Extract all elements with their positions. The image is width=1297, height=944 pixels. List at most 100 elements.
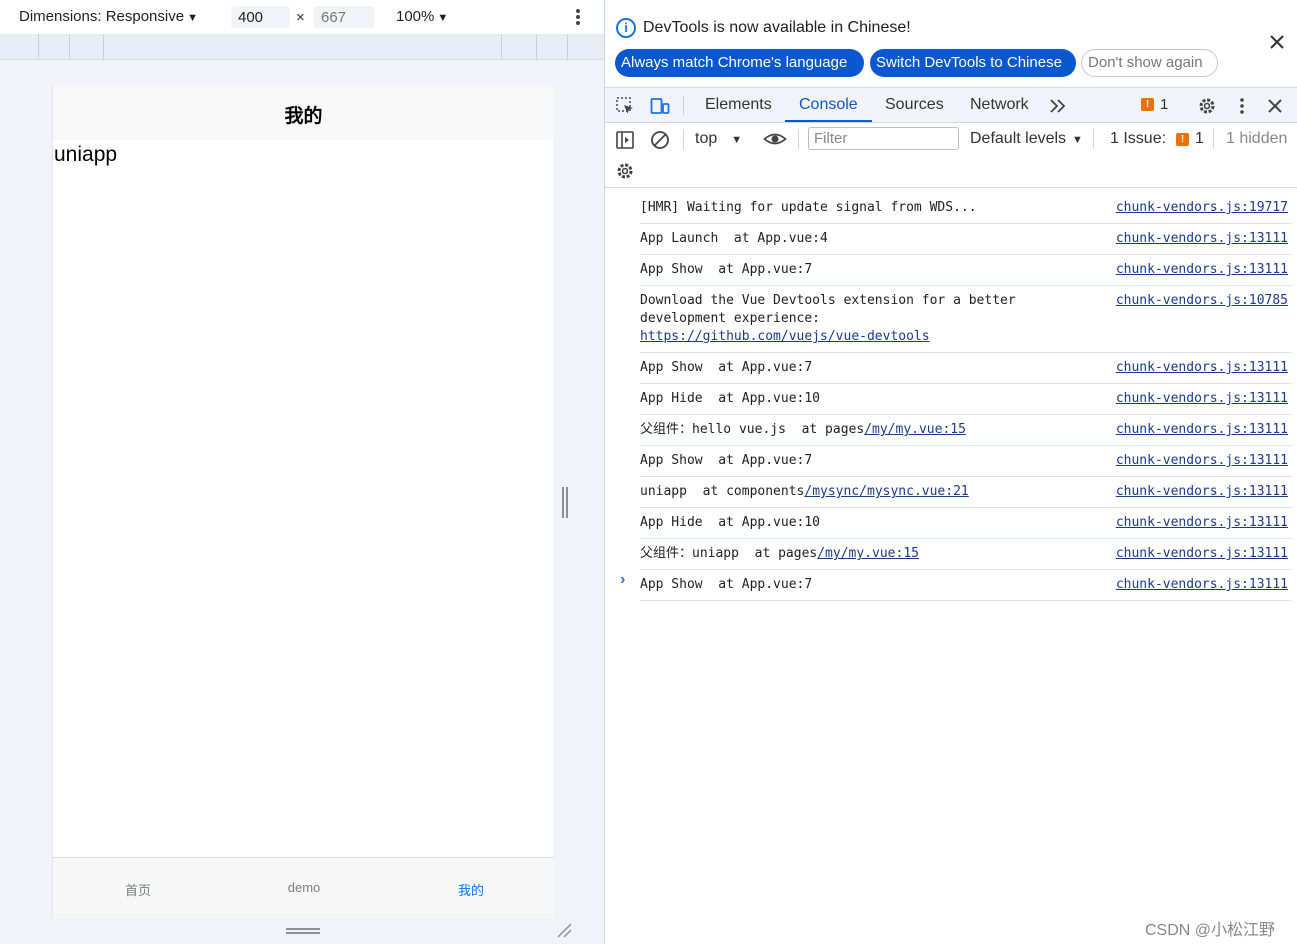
tab-elements[interactable]: Elements bbox=[705, 96, 772, 114]
dropdown-arrow-icon: ▼ bbox=[731, 134, 743, 146]
issues-badge[interactable]: ! 1 bbox=[1141, 96, 1168, 113]
device-emulation-pane: Dimensions: Responsive▼ × 100%▼ 我的 uniap… bbox=[0, 0, 604, 944]
device-viewport: 我的 uniapp 首页 demo 我的 bbox=[52, 85, 554, 918]
message-text: App Show at App.vue:7 bbox=[640, 577, 813, 592]
source-link[interactable]: chunk-vendors.js:13111 bbox=[1116, 576, 1288, 594]
message-text: App Show at App.vue:7 bbox=[640, 360, 813, 375]
width-resize-handle[interactable] bbox=[562, 487, 568, 518]
corner-resize-icon[interactable] bbox=[556, 922, 572, 938]
width-input[interactable] bbox=[231, 6, 290, 28]
screen: Dimensions: Responsive▼ × 100%▼ 我的 uniap… bbox=[0, 0, 1297, 944]
source-link[interactable]: chunk-vendors.js:13111 bbox=[1116, 359, 1288, 377]
console-message: App Hide at App.vue:10 chunk-vendors.js:… bbox=[640, 384, 1292, 415]
tab-console[interactable]: Console bbox=[799, 96, 858, 114]
message-text: 父组件：hello vue.js at pages/my/my.vue:15 bbox=[640, 421, 1070, 439]
info-icon: i bbox=[616, 18, 636, 38]
message-body: uniapp at components bbox=[640, 484, 805, 499]
message-text: App Hide at App.vue:10 bbox=[640, 391, 821, 406]
source-link[interactable]: chunk-vendors.js:10785 bbox=[1116, 292, 1288, 310]
language-infobar: i DevTools is now available in Chinese! … bbox=[605, 0, 1297, 88]
source-link[interactable]: chunk-vendors.js:13111 bbox=[1116, 483, 1288, 501]
source-link[interactable]: chunk-vendors.js:13111 bbox=[1116, 390, 1288, 408]
message-text: [HMR] Waiting for update signal from WDS… bbox=[640, 200, 977, 215]
source-link[interactable]: chunk-vendors.js:13111 bbox=[1116, 230, 1288, 248]
context-select[interactable]: top ▼ bbox=[695, 130, 742, 148]
page-content-text: uniapp bbox=[54, 143, 118, 166]
tab-network[interactable]: Network bbox=[970, 96, 1029, 114]
dimension-separator: × bbox=[296, 9, 305, 26]
source-link[interactable]: chunk-vendors.js:13111 bbox=[1116, 514, 1288, 532]
sidebar-toggle-icon[interactable] bbox=[615, 130, 635, 150]
log-levels-label: Default levels bbox=[970, 130, 1067, 147]
customize-menu-icon[interactable] bbox=[1232, 96, 1252, 116]
dropdown-arrow-icon: ▼ bbox=[437, 12, 449, 24]
height-resize-handle[interactable] bbox=[286, 928, 320, 934]
zoom-label: 100% bbox=[396, 8, 435, 25]
filter-input[interactable] bbox=[808, 127, 959, 150]
message-text: App Launch at App.vue:4 bbox=[640, 231, 828, 246]
console-settings-gear-icon[interactable] bbox=[615, 161, 635, 181]
source-link[interactable]: chunk-vendors.js:13111 bbox=[1116, 545, 1288, 563]
tab-mine[interactable]: 我的 bbox=[431, 880, 511, 899]
console-message: uniapp at components/mysync/mysync.vue:2… bbox=[640, 477, 1292, 508]
console-message: App Hide at App.vue:10 chunk-vendors.js:… bbox=[640, 508, 1292, 539]
settings-gear-icon[interactable] bbox=[1197, 96, 1217, 116]
close-devtools-icon[interactable] bbox=[1265, 96, 1285, 116]
issue-flag-icon: ! bbox=[1141, 98, 1154, 111]
console-message: App Show at App.vue:7 chunk-vendors.js:1… bbox=[640, 255, 1292, 286]
message-text: Download the Vue Devtools extension for … bbox=[640, 292, 1070, 346]
device-toolbar: Dimensions: Responsive▼ × 100%▼ bbox=[0, 0, 604, 34]
issues-summary-button[interactable]: 1 Issue: ! 1 bbox=[1110, 130, 1204, 148]
file-link[interactable]: /my/my.vue:15 bbox=[817, 546, 919, 561]
source-link[interactable]: chunk-vendors.js:13111 bbox=[1116, 452, 1288, 470]
console-message: App Launch at App.vue:4 chunk-vendors.js… bbox=[640, 224, 1292, 255]
clear-console-icon[interactable] bbox=[650, 130, 670, 150]
console-prompt-chevron-icon[interactable]: › bbox=[620, 571, 625, 589]
tab-sources[interactable]: Sources bbox=[885, 96, 944, 114]
inspect-element-icon[interactable] bbox=[615, 96, 635, 116]
message-text: App Show at App.vue:7 bbox=[640, 262, 813, 277]
live-expression-eye-icon[interactable] bbox=[763, 129, 787, 149]
zoom-select[interactable]: 100% ▼ bbox=[396, 8, 448, 25]
file-link[interactable]: /my/my.vue:15 bbox=[864, 422, 966, 437]
device-toolbar-icon[interactable] bbox=[650, 96, 670, 116]
issue-flag-icon: ! bbox=[1176, 132, 1190, 146]
close-icon[interactable] bbox=[1268, 33, 1286, 51]
devtools-tab-bar: Elements Console Sources Network ! 1 bbox=[605, 88, 1297, 123]
app-tab-bar: 首页 demo 我的 bbox=[53, 857, 554, 918]
dropdown-arrow-icon: ▼ bbox=[187, 12, 198, 24]
log-levels-select[interactable]: Default levels ▼ bbox=[970, 130, 1083, 148]
dont-show-again-button[interactable]: Don't show again bbox=[1081, 49, 1218, 77]
file-link[interactable]: /mysync/mysync.vue:21 bbox=[804, 484, 968, 499]
hidden-messages-count: 1 hidden bbox=[1226, 130, 1288, 147]
dimensions-label: Dimensions: Responsive bbox=[19, 8, 185, 25]
more-options-icon[interactable] bbox=[570, 7, 586, 29]
context-label: top bbox=[695, 130, 718, 147]
tab-demo[interactable]: demo bbox=[264, 880, 344, 895]
console-messages: [HMR] Waiting for update signal from WDS… bbox=[605, 193, 1297, 601]
match-language-button[interactable]: Always match Chrome's language bbox=[615, 49, 864, 77]
active-tab-indicator bbox=[785, 120, 872, 122]
dropdown-arrow-icon: ▼ bbox=[1072, 134, 1083, 146]
console-message: App Show at App.vue:7 chunk-vendors.js:1… bbox=[640, 353, 1292, 384]
toolbar-divider bbox=[1093, 129, 1094, 149]
issues-count: 1 bbox=[1195, 130, 1204, 147]
source-link[interactable]: chunk-vendors.js:13111 bbox=[1116, 261, 1288, 279]
vue-devtools-link[interactable]: https://github.com/vuejs/vue-devtools bbox=[640, 329, 930, 344]
media-query-ruler[interactable] bbox=[0, 34, 604, 60]
infobar-message: DevTools is now available in Chinese! bbox=[643, 19, 911, 36]
console-message: App Show at App.vue:7 chunk-vendors.js:1… bbox=[640, 446, 1292, 477]
more-tabs-icon[interactable] bbox=[1048, 96, 1068, 116]
page-title: 我的 bbox=[284, 105, 323, 127]
source-link[interactable]: chunk-vendors.js:13111 bbox=[1116, 421, 1288, 439]
issues-badge-count: 1 bbox=[1160, 96, 1169, 113]
message-body: Download the Vue Devtools extension for … bbox=[640, 293, 1024, 326]
toolbar-divider bbox=[798, 129, 799, 149]
switch-chinese-button[interactable]: Switch DevTools to Chinese bbox=[870, 49, 1076, 77]
dimensions-select[interactable]: Dimensions: Responsive ▼ bbox=[19, 8, 198, 25]
height-input[interactable] bbox=[314, 6, 374, 28]
message-text: App Hide at App.vue:10 bbox=[640, 515, 821, 530]
tab-home[interactable]: 首页 bbox=[98, 880, 178, 899]
source-link[interactable]: chunk-vendors.js:19717 bbox=[1116, 199, 1288, 217]
console-message: 父组件：uniapp at pages/my/my.vue:15 chunk-v… bbox=[640, 539, 1292, 570]
